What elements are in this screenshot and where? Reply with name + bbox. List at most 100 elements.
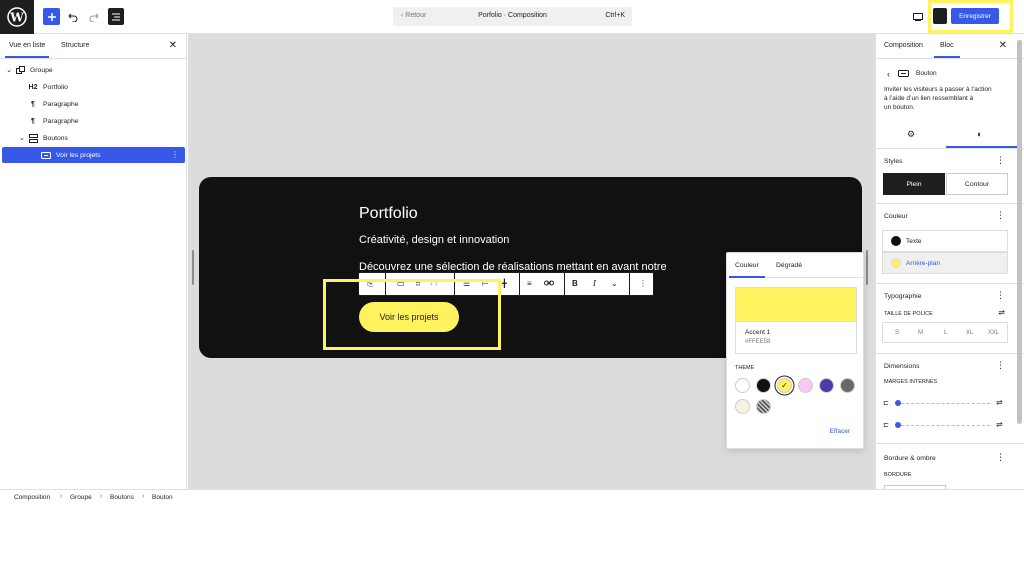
sidebar-tabs: Composition Bloc ✕ [876, 34, 1024, 59]
background-color-item[interactable]: Arrière-plan [882, 252, 1008, 274]
contrast-icon[interactable]: ◐ [977, 129, 982, 139]
chevron-down-icon[interactable]: ⌄ [4, 66, 14, 74]
options-icon[interactable]: ⋮ [996, 452, 1005, 463]
color-swatch[interactable] [756, 399, 771, 414]
font-size-option[interactable]: M [918, 330, 923, 336]
chevron-down-icon[interactable]: ⌄ [17, 134, 27, 142]
tab-block[interactable]: Bloc [934, 42, 960, 58]
toolbar-divider [564, 273, 565, 295]
padding-horizontal-slider[interactable] [896, 425, 990, 426]
color-swatch[interactable] [798, 378, 813, 393]
close-icon[interactable]: ✕ [169, 40, 177, 51]
top-toolbar: W ‹ Retour Porfolio · Composition Ctrl+K… [0, 0, 1024, 34]
width-icon[interactable]: ╋ [502, 279, 507, 288]
more-options-icon[interactable]: ⋮ [639, 279, 647, 288]
style-outline-button[interactable]: Contour [946, 173, 1008, 195]
font-size-option[interactable]: L [944, 330, 947, 336]
clear-button[interactable]: Effacer [830, 428, 850, 435]
link-icon[interactable] [544, 279, 554, 289]
color-item-label: Arrière-plan [906, 259, 940, 267]
slider-handle[interactable] [895, 422, 901, 428]
bold-icon[interactable]: B [572, 279, 578, 288]
undo-icon[interactable] [66, 8, 80, 25]
paragraph-icon: ¶ [31, 117, 35, 125]
font-size-option[interactable]: XXL [988, 330, 999, 336]
list-item[interactable]: ⌄ Groupe [2, 62, 185, 78]
settings-icon[interactable]: ⇌ [996, 420, 1003, 429]
color-dot [891, 236, 901, 246]
settings-icon[interactable]: ⇌ [996, 398, 1003, 407]
list-item-label: Groupe [30, 66, 53, 74]
document-bar[interactable]: ‹ Retour Porfolio · Composition Ctrl+K [393, 7, 632, 26]
tab-composition[interactable]: Composition [884, 42, 923, 49]
buttons-icon [27, 133, 39, 143]
color-swatch[interactable] [756, 378, 771, 393]
list-view-tabs: Vue en liste Structure ✕ [0, 34, 187, 59]
redo-icon[interactable] [87, 8, 101, 25]
border-section: Bordure & ombre ⋮ BORDURE [876, 443, 1024, 489]
document-overview-icon[interactable] [108, 8, 124, 25]
breadcrumb-item[interactable]: Bouton [152, 494, 173, 501]
block-description: un bouton. [884, 104, 915, 111]
breadcrumb-item[interactable]: Boutons [110, 494, 134, 501]
resize-handle-left[interactable] [192, 250, 194, 285]
options-icon[interactable]: ⋮ [171, 150, 179, 159]
text-align-icon[interactable]: ≡ [527, 279, 532, 288]
color-swatch[interactable]: ✓ [777, 378, 792, 393]
list-item[interactable]: ¶ Paragraphe [2, 96, 185, 112]
padding-vertical-slider[interactable] [896, 403, 990, 404]
sidebar-scrollbar[interactable] [1017, 40, 1022, 424]
block-name: Bouton [916, 70, 937, 77]
list-item[interactable]: H2 Portfolio [2, 79, 185, 95]
tab-gradient[interactable]: Dégradé [776, 262, 802, 269]
list-item-label: Boutons [43, 134, 68, 142]
portfolio-subtitle[interactable]: Créativité, design et innovation [359, 234, 509, 246]
add-block-icon[interactable] [43, 8, 60, 25]
breadcrumb-item[interactable]: Composition [14, 494, 50, 501]
font-size-option[interactable]: S [895, 330, 899, 336]
close-icon[interactable]: ✕ [999, 40, 1007, 51]
selected-color-info: Accent 1 #FFEE58 [735, 322, 857, 354]
font-size-option[interactable]: XL [966, 330, 973, 336]
paragraph-icon: ¶ [31, 100, 35, 108]
cta-button[interactable]: Voir les projets [359, 302, 459, 332]
portfolio-heading[interactable]: Portfolio [359, 205, 418, 223]
block-description: Inviter les visiteurs à passer à l’actio… [884, 86, 992, 93]
text-color-item[interactable]: Texte [882, 230, 1008, 252]
italic-icon[interactable]: I [593, 279, 596, 288]
tab-solid-color[interactable]: Couleur [729, 262, 765, 278]
options-icon[interactable]: ⋮ [996, 360, 1005, 371]
gear-icon[interactable]: ⚙ [907, 129, 915, 140]
padding-label: MARGES INTERNES [884, 379, 938, 385]
tab-list-view[interactable]: Vue en liste [4, 42, 50, 58]
heading-icon: H2 [28, 83, 38, 91]
tab-structure[interactable]: Structure [61, 42, 89, 49]
list-item[interactable]: ¶ Paragraphe [2, 113, 185, 129]
toolbar-divider [629, 273, 630, 295]
style-fill-button[interactable]: Plein [883, 173, 945, 195]
chevron-down-icon[interactable]: ⌄ [611, 279, 618, 288]
settings-panel-icon[interactable] [933, 8, 947, 24]
settings-icon[interactable]: ⇌ [998, 308, 1005, 317]
color-name: Accent 1 [745, 329, 771, 336]
border-label: BORDURE [884, 472, 912, 478]
color-swatch[interactable] [819, 378, 834, 393]
color-swatch[interactable] [840, 378, 855, 393]
desktop-preview-icon[interactable] [912, 8, 924, 25]
wordpress-logo-icon[interactable]: W [0, 0, 34, 34]
padding-horizontal-icon: ⊏ [883, 422, 889, 429]
slider-handle[interactable] [895, 400, 901, 406]
color-swatch[interactable] [735, 399, 750, 414]
color-swatch[interactable] [735, 378, 750, 393]
options-icon[interactable]: ⋮ [996, 290, 1005, 301]
selected-color-swatch[interactable] [735, 287, 857, 322]
resize-handle-right[interactable] [866, 250, 868, 285]
list-item-selected[interactable]: Voir les projets ⋮ [2, 147, 185, 163]
save-button[interactable]: Enregistrer [951, 8, 999, 24]
options-icon[interactable]: ⋮ [996, 210, 1005, 221]
list-item[interactable]: ⌄ Boutons [2, 130, 185, 146]
chevron-left-icon[interactable]: ‹ [887, 69, 890, 79]
color-item-label: Texte [906, 237, 922, 245]
options-icon[interactable]: ⋮ [996, 155, 1005, 166]
breadcrumb-item[interactable]: Groupe [70, 494, 92, 501]
